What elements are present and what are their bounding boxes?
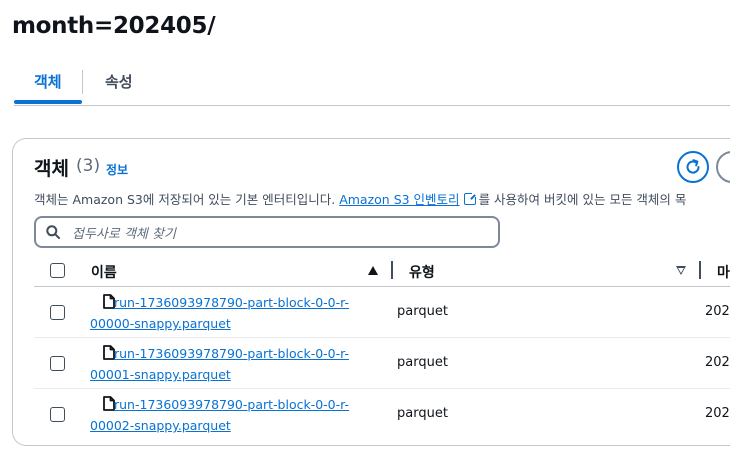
- object-name-link[interactable]: run-1736093978790-part-block-0-0-r-00002…: [90, 394, 390, 436]
- sort-ascending-icon[interactable]: [368, 266, 378, 275]
- description-text-tail: 를 사용하여 버킷에 있는 모든 객체의 목: [478, 192, 687, 207]
- row-checkbox[interactable]: [50, 305, 65, 320]
- object-type: parquet: [397, 355, 448, 370]
- object-count: (3): [76, 156, 101, 176]
- column-resizer[interactable]: [699, 261, 701, 279]
- table-row: run-1736093978790-part-block-0-0-r-00000…: [34, 287, 730, 338]
- table-header: 이름 유형 마지: [34, 256, 730, 287]
- object-last-modified: 202: [705, 355, 730, 370]
- page-title: month=202405/: [12, 13, 216, 39]
- info-link[interactable]: 정보: [106, 161, 128, 178]
- select-all-checkbox[interactable]: [50, 263, 65, 278]
- inventory-link[interactable]: Amazon S3 인벤토리: [339, 192, 459, 207]
- tab-separator: [82, 70, 83, 94]
- column-header-last-modified[interactable]: 마지: [717, 262, 730, 282]
- column-header-name[interactable]: 이름: [91, 262, 117, 282]
- search-icon: [46, 225, 60, 239]
- object-name-link[interactable]: run-1736093978790-part-block-0-0-r-00000…: [90, 292, 390, 334]
- active-tab-indicator: [14, 100, 82, 104]
- object-type: parquet: [397, 304, 448, 319]
- sort-icon[interactable]: [676, 266, 686, 275]
- description-text: 객체는 Amazon S3에 저장되어 있는 기본 엔터티입니다.: [34, 192, 340, 207]
- external-link-icon: [463, 191, 478, 205]
- table-row: run-1736093978790-part-block-0-0-r-00002…: [34, 389, 730, 439]
- row-checkbox[interactable]: [50, 356, 65, 371]
- panel-heading: 객체: [34, 158, 69, 180]
- search-input[interactable]: 접두사로 객체 찾기: [34, 216, 500, 248]
- search-placeholder: 접두사로 객체 찾기: [72, 227, 176, 242]
- row-checkbox[interactable]: [50, 407, 65, 422]
- refresh-icon: [686, 159, 700, 174]
- secondary-action-button[interactable]: [716, 151, 730, 183]
- objects-panel: 객체 (3) 정보 객체는 Amazon S3에 저장되어 있는 기본 엔터티입…: [12, 138, 730, 446]
- tab-objects[interactable]: 객체: [34, 71, 62, 92]
- refresh-button[interactable]: [677, 151, 709, 183]
- object-last-modified: 202: [705, 304, 730, 319]
- tab-bar: 객체 속성: [14, 68, 730, 106]
- column-header-type[interactable]: 유형: [409, 262, 435, 282]
- panel-description: 객체는 Amazon S3에 저장되어 있는 기본 엔터티입니다. Amazon…: [34, 189, 686, 208]
- object-last-modified: 202: [705, 406, 730, 421]
- tab-properties[interactable]: 속성: [105, 71, 133, 92]
- table-row: run-1736093978790-part-block-0-0-r-00001…: [34, 338, 730, 389]
- object-name-link[interactable]: run-1736093978790-part-block-0-0-r-00001…: [90, 343, 390, 385]
- object-type: parquet: [397, 406, 448, 421]
- column-resizer[interactable]: [391, 261, 393, 279]
